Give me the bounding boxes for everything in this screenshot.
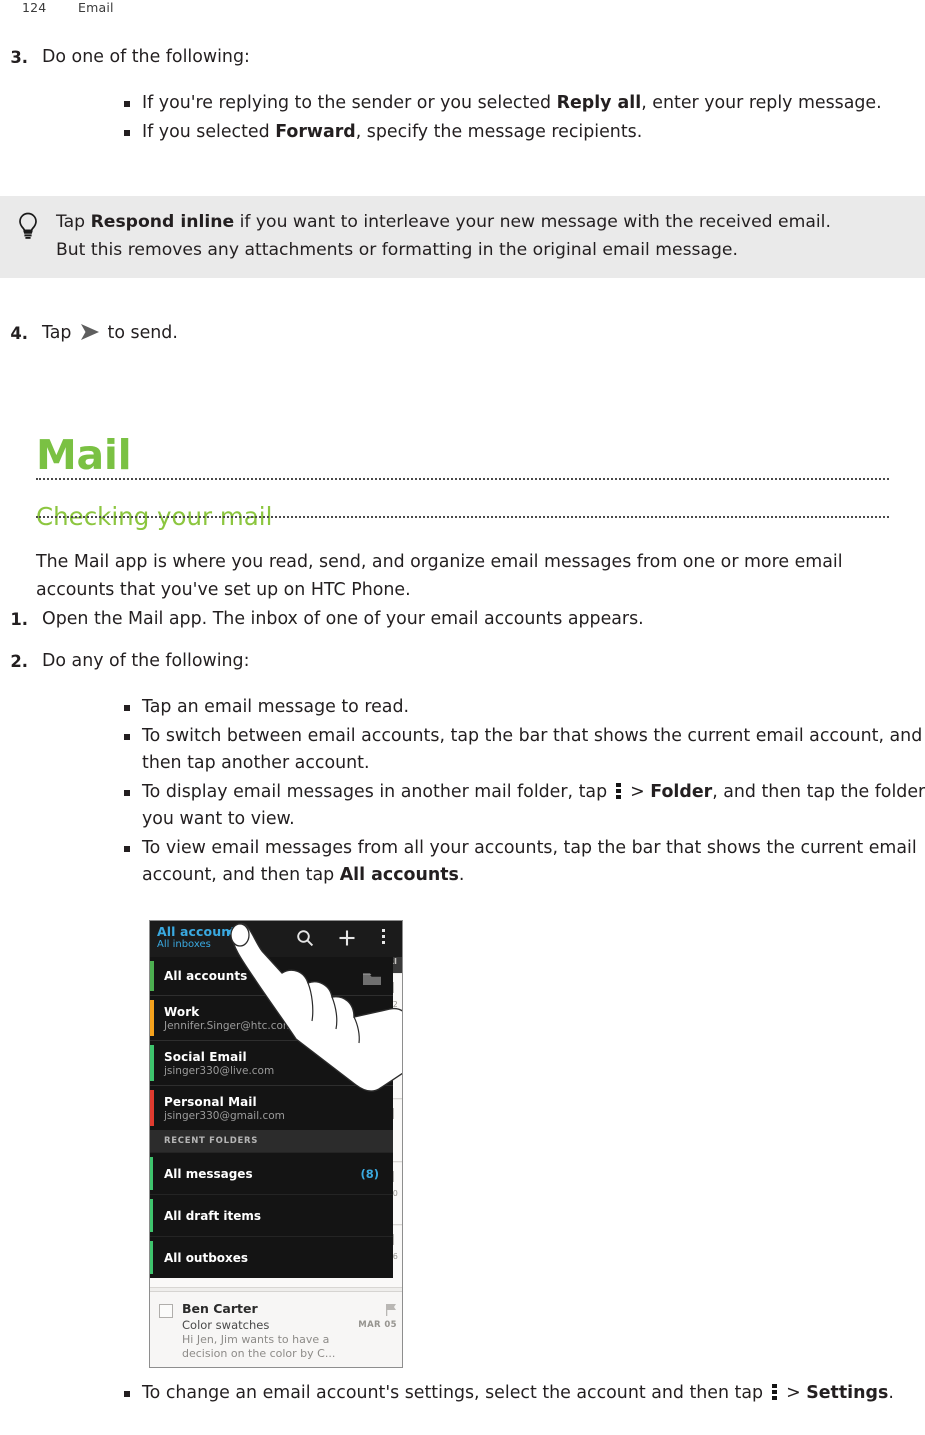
list-item: Tap an email message to read. xyxy=(116,694,925,722)
step-1-number: 1. xyxy=(10,610,28,629)
app-action-bar: All accounts All inboxes xyxy=(150,921,402,957)
background-row-date: 6 xyxy=(392,1252,398,1261)
drawer-folder-all-outboxes[interactable]: All outboxes xyxy=(150,1236,393,1278)
step-3-number: 3. xyxy=(10,48,28,67)
account-name: Social Email xyxy=(164,1049,247,1064)
mail-app-screenshot: RI 22 20 6 All accounts All inboxes xyxy=(149,920,403,1368)
overflow-menu-icon xyxy=(615,782,621,800)
email-preview-row[interactable]: Ben Carter Color swatches Hi Jen, Jim wa… xyxy=(150,1291,402,1367)
step-2-text: Do any of the following: xyxy=(42,651,250,671)
page-title: Mail xyxy=(36,431,132,480)
page-section-label: Email xyxy=(78,0,114,15)
account-color-bar xyxy=(150,1045,154,1081)
folder-icon xyxy=(363,970,381,985)
search-icon[interactable] xyxy=(296,929,314,951)
folder-name: All draft items xyxy=(164,1208,262,1223)
email-date: MAR 05 xyxy=(358,1320,397,1330)
final-bullet-rich: To change an email account's settings, s… xyxy=(142,1383,894,1403)
email-snippet: Hi Jen, Jim wants to have a decision on … xyxy=(182,1333,336,1360)
email-subject: Color swatches xyxy=(182,1318,270,1332)
account-name: Personal Mail xyxy=(164,1094,257,1109)
account-color-bar xyxy=(150,1090,154,1126)
drawer-item-work[interactable]: Work Jennifer.Singer@htc.com xyxy=(150,996,393,1040)
step-4: 4. Tap to send. xyxy=(0,320,925,347)
step-3-bullet-list: If you're replying to the sender or you … xyxy=(116,90,925,147)
tip-callout: Tap Respond inline if you want to interl… xyxy=(0,196,925,278)
account-email: jsinger330@gmail.com xyxy=(164,1109,285,1122)
list-item: To change an email account's settings, s… xyxy=(116,1380,925,1408)
step-4-number: 4. xyxy=(10,324,28,343)
send-arrow-icon xyxy=(80,322,99,340)
step-2: 2. Do any of the following: xyxy=(0,648,925,675)
folder-color-bar xyxy=(150,1157,153,1190)
divider-bottom xyxy=(36,516,889,518)
main-bullet-rich-0: Tap an email message to read. xyxy=(142,697,410,717)
account-color-bar xyxy=(150,961,154,991)
divider-top xyxy=(36,478,889,480)
drawer-item-personal-mail[interactable]: Personal Mail jsinger330@gmail.com xyxy=(150,1086,393,1130)
list-item: To view email messages from all your acc… xyxy=(116,835,925,890)
folder-color-bar xyxy=(150,1241,153,1274)
final-bullet-list: To change an email account's settings, s… xyxy=(116,1380,925,1409)
account-email: Jennifer.Singer@htc.com xyxy=(164,1019,294,1032)
account-color-bar xyxy=(150,1000,154,1036)
email-checkbox[interactable] xyxy=(159,1304,173,1318)
drawer-folder-all-messages[interactable]: All messages (8) xyxy=(150,1152,393,1194)
recent-folders-header: RECENT FOLDERS xyxy=(150,1130,393,1152)
step-2-number: 2. xyxy=(10,652,28,671)
drawer-item-social-email[interactable]: Social Email jsinger330@live.com xyxy=(150,1041,393,1085)
step-3: 3. Do one of the following: xyxy=(0,44,925,71)
list-item: If you selected Forward, specify the mes… xyxy=(116,119,925,147)
intro-paragraph: The Mail app is where you read, send, an… xyxy=(36,552,843,600)
drawer-item-all-accounts[interactable]: All accounts xyxy=(150,957,393,995)
folder-count-badge: (8) xyxy=(360,1166,379,1181)
plus-icon[interactable] xyxy=(338,929,356,951)
main-bullet-rich-2: To display email messages in another mai… xyxy=(142,781,925,830)
overflow-menu-icon[interactable] xyxy=(382,929,385,947)
folder-color-bar xyxy=(150,1199,153,1232)
step-2-bullet-list: Tap an email message to read. To switch … xyxy=(116,694,925,891)
step-1-text: Open the Mail app. The inbox of one of y… xyxy=(42,609,644,629)
main-bullet-rich-3: To view email messages from all your acc… xyxy=(142,837,917,886)
list-item: To switch between email accounts, tap th… xyxy=(116,723,925,778)
step-1: 1. Open the Mail app. The inbox of one o… xyxy=(0,606,925,633)
step-4-text-before: Tap xyxy=(42,323,72,343)
bullet-rich-0: If you're replying to the sender or you … xyxy=(142,93,882,113)
step-3-text: Do one of the following: xyxy=(42,47,250,67)
account-name: All accounts xyxy=(164,969,248,983)
list-item: To display email messages in another mai… xyxy=(116,779,925,834)
account-name: Work xyxy=(164,1004,200,1019)
bullet-rich-1: If you selected Forward, specify the mes… xyxy=(142,121,643,142)
account-email: jsinger330@live.com xyxy=(164,1064,275,1077)
tip-text: Tap Respond inline if you want to interl… xyxy=(56,196,896,278)
page-number: 124 xyxy=(22,0,47,15)
step-4-text-after: to send. xyxy=(107,323,178,343)
folder-name: All outboxes xyxy=(164,1250,249,1265)
tip-rich: Tap Respond inline if you want to interl… xyxy=(56,212,831,260)
chevron-down-icon[interactable] xyxy=(226,930,234,935)
list-item: If you're replying to the sender or you … xyxy=(116,90,925,118)
folder-name: All messages xyxy=(164,1166,253,1181)
flag-icon[interactable] xyxy=(386,1301,396,1316)
account-drawer: All accounts Work Jennifer.Singer@htc.co… xyxy=(150,957,393,1278)
lightbulb-icon xyxy=(0,196,56,240)
drawer-folder-all-draft-items[interactable]: All draft items xyxy=(150,1194,393,1236)
page-running-header: 124 Email xyxy=(0,0,925,26)
account-selector-subtitle: All inboxes xyxy=(157,939,211,950)
step-4-text: Tap to send. xyxy=(42,320,925,347)
main-bullet-rich-1: To switch between email accounts, tap th… xyxy=(142,725,923,774)
overflow-menu-icon xyxy=(771,1384,777,1401)
email-sender: Ben Carter xyxy=(182,1301,258,1316)
